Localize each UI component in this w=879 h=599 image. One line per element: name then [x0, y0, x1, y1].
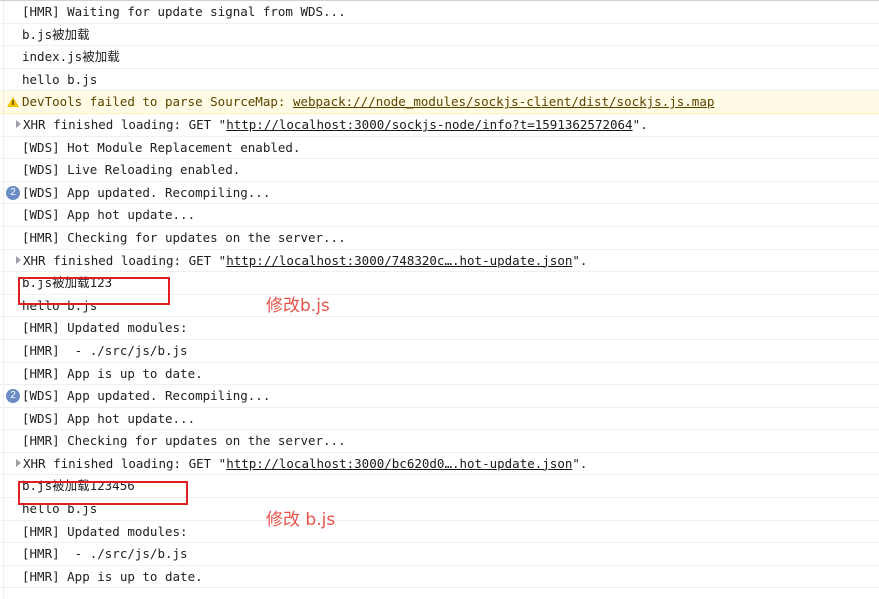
console-log-row[interactable]: [HMR] Updated modules:: [0, 317, 879, 340]
console-source-link[interactable]: webpack:///node_modules/sockjs-client/di…: [293, 94, 714, 109]
console-log-row[interactable]: hello b.js: [0, 69, 879, 92]
annotation-note-second-change: 修改 b.js: [266, 510, 336, 530]
console-source-link[interactable]: http://localhost:3000/bc620d0….hot-updat…: [226, 456, 572, 471]
console-message-text: hello b.js: [22, 501, 98, 517]
console-message-text: [HMR] Updated modules:: [22, 320, 188, 336]
console-warning-row[interactable]: DevTools failed to parse SourceMap: webp…: [0, 91, 879, 114]
console-network-row[interactable]: XHR finished loading: GET "http://localh…: [0, 453, 879, 476]
console-log-row[interactable]: [WDS] Live Reloading enabled.: [0, 159, 879, 182]
console-source-link[interactable]: http://localhost:3000/sockjs-node/info?t…: [226, 117, 632, 132]
console-log-row[interactable]: [HMR] App is up to date.: [0, 363, 879, 386]
row-gutter: 2: [5, 385, 21, 407]
row-text-suffix: ".: [632, 116, 648, 132]
disclosure-triangle-icon[interactable]: [16, 120, 21, 129]
console-log-row[interactable]: 2 [WDS] App updated. Recompiling...: [0, 385, 879, 408]
console-log-row[interactable]: [WDS] App hot update...: [0, 408, 879, 431]
warning-triangle-icon: [7, 97, 19, 108]
console-message-text: b.js被加载123: [22, 275, 113, 291]
row-gutter: [5, 91, 21, 113]
console-log-row[interactable]: 2 [WDS] App updated. Recompiling...: [0, 182, 879, 205]
console-message-text: [HMR] Updated modules:: [22, 523, 188, 539]
console-message-text: [HMR] App is up to date.: [22, 568, 203, 584]
console-log-row[interactable]: [HMR] - ./src/js/b.js: [0, 340, 879, 363]
console-log-row[interactable]: b.js被加载123456: [0, 475, 879, 499]
row-text-suffix: ".: [572, 455, 588, 471]
console-log-row[interactable]: [HMR] App is up to date.: [0, 566, 879, 589]
row-text-prefix: XHR finished loading: GET ": [23, 252, 227, 268]
console-message-text: [HMR] Checking for updates on the server…: [22, 433, 346, 449]
row-text-prefix: XHR finished loading: GET ": [23, 116, 227, 132]
console-log-row[interactable]: index.js被加载: [0, 46, 879, 69]
console-message-text: [WDS] App updated. Recompiling...: [22, 388, 271, 404]
console-message-text: hello b.js: [22, 71, 98, 87]
console-log-row[interactable]: hello b.js: [0, 498, 879, 521]
console-message-text: [HMR] Waiting for update signal from WDS…: [22, 4, 346, 19]
console-log-row[interactable]: b.js被加载: [0, 24, 879, 47]
console-network-row[interactable]: XHR finished loading: GET "http://localh…: [0, 114, 879, 137]
console-log-row[interactable]: [HMR] - ./src/js/b.js: [0, 543, 879, 566]
console-message-text: index.js被加载: [22, 49, 120, 65]
console-network-row[interactable]: XHR finished loading: GET "http://localh…: [0, 250, 879, 273]
console-message-text: [WDS] Hot Module Replacement enabled.: [22, 139, 301, 155]
console-log-row[interactable]: [WDS] Hot Module Replacement enabled.: [0, 137, 879, 160]
console-log-row[interactable]: b.js被加载123: [0, 272, 879, 295]
console-message-text: [WDS] App updated. Recompiling...: [22, 184, 271, 200]
console-log-row[interactable]: [WDS] App hot update...: [0, 204, 879, 227]
disclosure-triangle-icon[interactable]: [16, 459, 21, 468]
console-message-text: [HMR] - ./src/js/b.js: [22, 546, 188, 562]
console-message-text: [WDS] Live Reloading enabled.: [22, 162, 241, 178]
console-log-row[interactable]: hello b.js: [0, 295, 879, 318]
console-log-row[interactable]: [HMR] Checking for updates on the server…: [0, 227, 879, 250]
console-source-link[interactable]: http://localhost:3000/748320c….hot-updat…: [226, 253, 572, 268]
console-log-row[interactable]: [HMR] Checking for updates on the server…: [0, 430, 879, 453]
console-message-text: b.js被加载123456: [22, 478, 135, 494]
console-message-text: [WDS] App hot update...: [22, 207, 196, 223]
row-text-suffix: ".: [572, 252, 588, 268]
console-message-text: [HMR] Checking for updates on the server…: [22, 229, 346, 245]
devtools-console-panel[interactable]: [HMR] Waiting for update signal from WDS…: [0, 0, 879, 599]
repeat-count-badge: 2: [6, 185, 20, 200]
console-log-row[interactable]: [HMR] Updated modules:: [0, 521, 879, 544]
console-message-text: [HMR] App is up to date.: [22, 365, 203, 381]
console-message-text: [HMR] - ./src/js/b.js: [22, 342, 188, 358]
console-message-text: hello b.js: [22, 297, 98, 313]
row-gutter: 2: [5, 182, 21, 204]
console-log-row[interactable]: [HMR] Waiting for update signal from WDS…: [0, 1, 879, 24]
annotation-note-first-change: 修改b.js: [266, 296, 330, 316]
disclosure-triangle-icon[interactable]: [16, 256, 21, 265]
console-message-text: [WDS] App hot update...: [22, 410, 196, 426]
row-text-prefix: XHR finished loading: GET ": [23, 455, 227, 471]
row-text-prefix: DevTools failed to parse SourceMap:: [22, 94, 293, 110]
console-message-text: b.js被加载: [22, 26, 90, 42]
repeat-count-badge: 2: [6, 388, 20, 403]
